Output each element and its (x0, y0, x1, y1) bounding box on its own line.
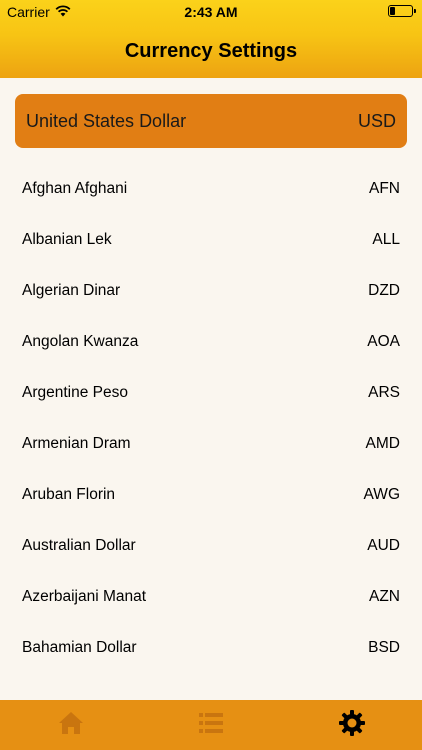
currency-name: Australian Dollar (22, 536, 136, 554)
currency-name: Aruban Florin (22, 485, 116, 503)
currency-name: Argentine Peso (22, 383, 128, 401)
list-icon (199, 713, 223, 733)
currency-name: Algerian Dinar (22, 281, 121, 299)
currency-row-azn[interactable]: Azerbaijani Manat AZN (0, 571, 422, 622)
currency-code: BSD (368, 638, 400, 656)
currency-code: ARS (368, 383, 400, 401)
currency-row-bsd[interactable]: Bahamian Dollar BSD (0, 622, 422, 673)
currency-code: AOA (367, 332, 400, 350)
gear-icon (339, 710, 365, 736)
currency-name: Bahamian Dollar (22, 638, 137, 656)
header: Carrier 2:43 AM Currency Settings (0, 0, 422, 78)
currency-code: AMD (365, 434, 400, 452)
tab-settings[interactable] (338, 709, 366, 737)
status-time: 2:43 AM (184, 4, 238, 20)
currency-row-aud[interactable]: Australian Dollar AUD (0, 520, 422, 571)
currency-code: AUD (367, 536, 400, 554)
home-icon (59, 712, 83, 734)
currency-code: AWG (363, 485, 400, 503)
currency-name: Angolan Kwanza (22, 332, 139, 350)
currency-name: Armenian Dram (22, 434, 131, 452)
currency-row-amd[interactable]: Armenian Dram AMD (0, 418, 422, 469)
currency-row-dzd[interactable]: Algerian Dinar DZD (0, 265, 422, 316)
currency-code: AFN (369, 179, 400, 197)
currency-row-awg[interactable]: Aruban Florin AWG (0, 469, 422, 520)
currency-row-all[interactable]: Albanian Lek ALL (0, 214, 422, 265)
currency-name: Afghan Afghani (22, 179, 128, 197)
tab-bar (0, 700, 422, 750)
tab-list[interactable] (197, 709, 225, 737)
currency-code: AZN (369, 587, 400, 605)
selected-currency-name: United States Dollar (26, 110, 187, 131)
currency-name: Azerbaijani Manat (22, 587, 147, 605)
currency-row-ars[interactable]: Argentine Peso ARS (0, 367, 422, 418)
tab-home[interactable] (57, 709, 85, 737)
currency-name: Albanian Lek (22, 230, 112, 248)
currency-row-afn[interactable]: Afghan Afghani AFN (0, 163, 422, 214)
battery-icon (388, 5, 416, 17)
status-bar: Carrier 2:43 AM (0, 0, 422, 22)
page-title: Currency Settings (124, 40, 298, 62)
selected-currency-code: USD (357, 110, 396, 131)
currency-row-aoa[interactable]: Angolan Kwanza AOA (0, 316, 422, 367)
currency-list: Afghan Afghani AFN Albanian Lek ALL Alge… (0, 163, 422, 673)
currency-code: ALL (372, 230, 400, 248)
currency-code: DZD (368, 281, 400, 299)
battery-level (390, 7, 395, 15)
selected-currency[interactable]: United States Dollar USD (15, 94, 407, 148)
